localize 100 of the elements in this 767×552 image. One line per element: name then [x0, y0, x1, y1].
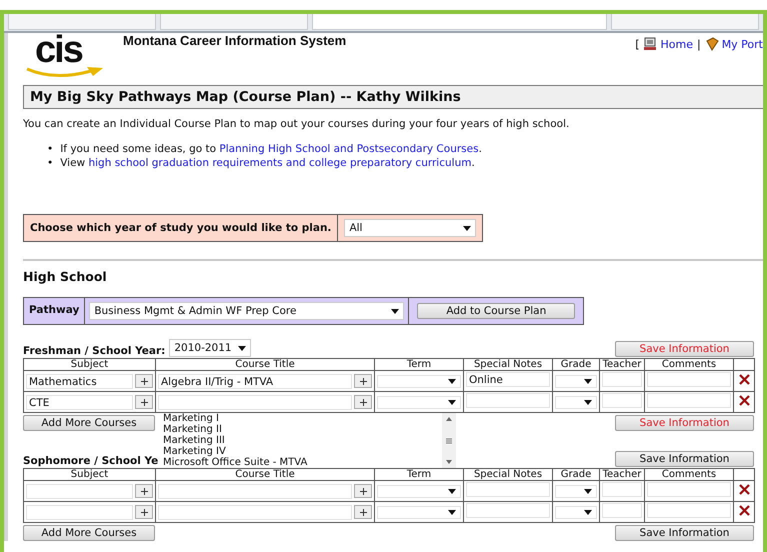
delete-icon[interactable]	[738, 484, 750, 495]
caret-icon	[584, 400, 592, 404]
add-icon[interactable]	[354, 505, 372, 519]
intro-text: You can create an Individual Course Plan to map out your courses during your four years of high school.	[23, 118, 570, 130]
caret-icon	[584, 488, 592, 494]
add-icon[interactable]	[354, 374, 372, 388]
add-icon[interactable]	[135, 484, 153, 498]
year-heading: Freshman / School Year:	[23, 345, 166, 357]
subject-field[interactable]	[26, 504, 133, 520]
delete-icon[interactable]	[738, 374, 750, 385]
add-icon[interactable]	[354, 484, 372, 498]
book-icon	[704, 37, 719, 51]
pathway-label: Pathway	[24, 298, 86, 324]
site-title: Montana Career Information System	[123, 33, 346, 48]
logo-text: cis	[35, 33, 82, 67]
caret-icon	[391, 308, 400, 314]
save-button[interactable]: Save Information	[615, 415, 754, 431]
chooser-label: Choose which year of study you would like to plan.	[24, 215, 338, 241]
caret-icon	[448, 400, 456, 404]
save-button[interactable]: Save Information	[615, 451, 754, 467]
scrollbar[interactable]	[442, 413, 456, 468]
column-header: Subject	[24, 358, 156, 370]
bullet-item: If you need some ideas, go to Planning High School and Postsecondary Courses.	[60, 142, 482, 156]
school-year-select[interactable]: 2010-2011	[169, 339, 252, 357]
course-field[interactable]	[158, 484, 352, 498]
teacher-field[interactable]	[602, 482, 642, 497]
link[interactable]: Planning High School and Postsecondary Courses	[219, 143, 479, 155]
caret-icon	[584, 378, 592, 384]
caret-icon	[238, 346, 246, 350]
teacher-field[interactable]	[602, 372, 642, 387]
grade-select[interactable]	[555, 506, 597, 518]
teacher-field[interactable]	[602, 393, 642, 408]
column-header: Term	[374, 358, 464, 370]
comments-field[interactable]	[647, 503, 731, 518]
dropdown-option[interactable]: Marketing II	[163, 424, 442, 435]
grade-select[interactable]	[555, 374, 597, 388]
add-to-plan-button[interactable]: Add to Course Plan	[417, 303, 576, 319]
caret-icon	[463, 226, 472, 230]
teacher-field[interactable]	[602, 503, 642, 518]
add-icon[interactable]	[135, 395, 153, 409]
course-field[interactable]	[158, 504, 352, 520]
swoosh-icon	[25, 67, 105, 79]
nav-separator: [	[635, 38, 640, 50]
notes-field[interactable]	[466, 482, 550, 497]
add-more-courses-button[interactable]: Add More Courses	[23, 415, 155, 431]
scroll-down-icon[interactable]	[446, 460, 452, 464]
year-select[interactable]: All	[344, 219, 476, 237]
column-header: Term	[374, 468, 464, 480]
caret-icon	[448, 488, 456, 494]
add-icon[interactable]	[135, 505, 153, 519]
notes-field[interactable]	[466, 503, 550, 518]
column-header: Subject	[24, 468, 156, 480]
delete-icon[interactable]	[738, 505, 750, 516]
section-heading: High School	[23, 269, 108, 284]
scroll-up-icon[interactable]	[446, 417, 452, 421]
column-header: Special Notes	[464, 468, 552, 480]
nav-link[interactable]: Home	[643, 37, 693, 51]
bullet-marker: •	[47, 156, 54, 170]
add-icon[interactable]	[354, 395, 372, 409]
subject-field[interactable]: Mathematics	[26, 374, 133, 388]
course-field[interactable]: Algebra II/Trig - MTVA	[158, 374, 352, 388]
computer-icon	[643, 37, 658, 51]
caret-icon	[448, 378, 456, 384]
column-header: Grade	[552, 468, 600, 480]
dropdown-option[interactable]: Marketing IV	[163, 446, 442, 457]
course-field[interactable]	[158, 394, 352, 410]
column-header: Comments	[644, 358, 734, 370]
dropdown-option[interactable]: Marketing I	[163, 413, 442, 424]
add-icon[interactable]	[135, 374, 153, 388]
grade-select[interactable]	[555, 484, 597, 498]
subject-field[interactable]	[26, 484, 133, 498]
comments-field[interactable]	[647, 393, 731, 408]
subject-field[interactable]: CTE	[26, 394, 133, 410]
save-button[interactable]: Save Information	[615, 525, 754, 541]
page-title: My Big Sky Pathways Map (Course Plan) -- Kathy Wilkins	[23, 85, 763, 109]
column-header: Special Notes	[464, 358, 552, 370]
scroll-grip-icon[interactable]	[445, 436, 453, 444]
caret-icon	[584, 510, 592, 514]
notes-field[interactable]	[466, 393, 550, 408]
logo[interactable]: cis	[23, 33, 123, 81]
bullet-item: View high school graduation requirements and college preparatory curriculum.	[60, 156, 475, 170]
save-button[interactable]: Save Information	[615, 341, 754, 357]
nav-separator: |	[696, 38, 701, 50]
column-header: Teacher	[600, 358, 644, 370]
caret-icon	[448, 510, 456, 514]
dropdown-option[interactable]: Microsoft Office Suite - MTVA	[163, 457, 442, 468]
delete-icon[interactable]	[738, 395, 750, 406]
notes-field[interactable]: Online	[466, 372, 550, 387]
column-header: Course Title	[156, 358, 374, 370]
bullet-marker: •	[47, 142, 54, 156]
add-more-courses-button[interactable]: Add More Courses	[23, 525, 155, 541]
link[interactable]: high school graduation requirements and college preparatory curriculum	[88, 157, 472, 169]
grade-select[interactable]	[555, 396, 597, 408]
dropdown-option[interactable]: Marketing III	[163, 435, 442, 446]
pathway-select[interactable]: Business Mgmt & Admin WF Prep Core	[89, 302, 404, 320]
year-heading: Sophomore / School Ye	[23, 455, 158, 467]
comments-field[interactable]	[647, 482, 731, 497]
nav-link[interactable]: My Port	[704, 37, 763, 51]
column-header: Teacher	[600, 468, 644, 480]
comments-field[interactable]	[647, 372, 731, 387]
